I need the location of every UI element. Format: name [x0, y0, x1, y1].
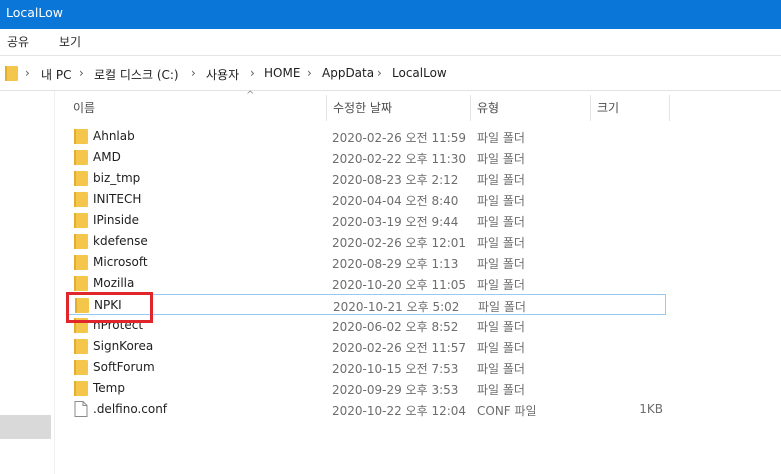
column-date[interactable]: 수정한 날짜: [333, 99, 392, 116]
breadcrumb-item-this-pc[interactable]: 내 PC: [41, 66, 71, 83]
breadcrumb-item-home[interactable]: HOME: [264, 66, 300, 80]
breadcrumb-separator: ›: [191, 66, 196, 80]
file-row[interactable]: Ahnlab 2020-02-26 오전 11:59 파일 폴더: [66, 126, 666, 147]
folder-icon: [74, 360, 88, 375]
column-size[interactable]: 크기: [597, 99, 619, 116]
file-type: 파일 폴더: [477, 257, 525, 271]
breadcrumb-separator: ›: [307, 66, 312, 80]
file-type: 파일 폴더: [477, 131, 525, 145]
folder-icon: [74, 234, 88, 249]
file-name: Ahnlab: [93, 129, 135, 143]
file-row-selected[interactable]: NPKI 2020-10-21 오후 5:02 파일 폴더: [66, 294, 666, 315]
file-row[interactable]: SignKorea 2020-02-26 오전 11:57 파일 폴더: [66, 336, 666, 357]
file-type: 파일 폴더: [477, 215, 525, 229]
file-type: 파일 폴더: [477, 320, 525, 334]
file-name: biz_tmp: [93, 171, 141, 185]
folder-icon: [74, 381, 88, 396]
folder-icon: [74, 192, 88, 207]
file-name: SoftForum: [93, 360, 155, 374]
file-date: 2020-09-29 오후 3:53: [332, 383, 459, 397]
file-row[interactable]: IPinside 2020-03-19 오전 9:44 파일 폴더: [66, 210, 666, 231]
menu-view[interactable]: 보기: [59, 33, 81, 50]
breadcrumb-separator: ›: [250, 66, 255, 80]
file-date: 2020-08-29 오후 1:13: [332, 257, 459, 271]
breadcrumb-item-local-disk[interactable]: 로컬 디스크 (C:): [94, 66, 179, 83]
file-type: 파일 폴더: [477, 173, 525, 187]
menu-bar: 공유 보기: [0, 29, 781, 56]
column-name[interactable]: 이름: [73, 99, 95, 116]
column-type[interactable]: 유형: [477, 99, 499, 116]
file-date: 2020-03-19 오전 9:44: [332, 215, 459, 229]
sort-up-icon: ^: [246, 90, 255, 101]
folder-icon: [74, 150, 88, 165]
file-icon: [74, 401, 88, 417]
folder-icon: [5, 66, 18, 81]
file-date: 2020-02-22 오후 11:30: [332, 152, 467, 166]
file-name: AMD: [93, 150, 121, 164]
file-date: 2020-08-23 오후 2:12: [332, 173, 459, 187]
file-row[interactable]: Microsoft 2020-08-29 오후 1:13 파일 폴더: [66, 252, 666, 273]
title-bar: LocalLow: [0, 0, 781, 29]
file-row[interactable]: .delfino.conf 2020-10-22 오후 12:04 CONF 파…: [66, 399, 666, 420]
breadcrumb-separator: ›: [377, 66, 382, 80]
file-row[interactable]: nProtect 2020-06-02 오후 8:52 파일 폴더: [66, 315, 666, 336]
folder-icon: [74, 339, 88, 354]
address-bar[interactable]: › 내 PC › 로컬 디스크 (C:) › 사용자 › HOME › AppD…: [0, 56, 781, 91]
folder-icon: [74, 213, 88, 228]
file-name: Mozilla: [93, 276, 135, 290]
file-row[interactable]: INITECH 2020-04-04 오전 8:40 파일 폴더: [66, 189, 666, 210]
file-size: 1KB: [639, 402, 663, 416]
file-row[interactable]: Mozilla 2020-10-20 오후 11:05 파일 폴더: [66, 273, 666, 294]
column-divider[interactable]: [590, 95, 591, 121]
file-date: 2020-10-22 오후 12:04: [332, 404, 467, 418]
file-type: 파일 폴더: [477, 383, 525, 397]
file-name: IPinside: [93, 213, 140, 227]
file-date: 2020-02-26 오후 12:01: [332, 236, 467, 250]
file-name: INITECH: [93, 192, 142, 206]
window-title: LocalLow: [6, 5, 64, 20]
file-name: Microsoft: [93, 255, 148, 269]
folder-icon: [74, 276, 88, 291]
file-type: 파일 폴더: [477, 236, 525, 250]
file-type: 파일 폴더: [477, 341, 525, 355]
file-name: SignKorea: [93, 339, 154, 353]
file-date: 2020-06-02 오후 8:52: [332, 320, 459, 334]
folder-icon: [74, 255, 88, 270]
navigation-pane[interactable]: [0, 91, 55, 474]
file-name: kdefense: [93, 234, 148, 248]
column-divider[interactable]: [470, 95, 471, 121]
folder-icon: [74, 171, 88, 186]
breadcrumb-item-appdata[interactable]: AppData: [322, 66, 374, 80]
breadcrumb-item-locallow[interactable]: LocalLow: [392, 66, 447, 80]
file-row[interactable]: Temp 2020-09-29 오후 3:53 파일 폴더: [66, 378, 666, 399]
breadcrumb-separator: ›: [79, 66, 84, 80]
file-date: 2020-02-26 오전 11:59: [332, 131, 467, 145]
file-date: 2020-10-21 오후 5:02: [333, 300, 460, 314]
file-type: 파일 폴더: [477, 194, 525, 208]
file-row[interactable]: kdefense 2020-02-26 오후 12:01 파일 폴더: [66, 231, 666, 252]
file-date: 2020-02-26 오전 11:57: [332, 341, 467, 355]
folder-icon: [74, 129, 88, 144]
file-date: 2020-10-15 오전 7:53: [332, 362, 459, 376]
breadcrumb-separator: ›: [25, 66, 30, 80]
menu-share[interactable]: 공유: [7, 33, 29, 50]
breadcrumb-item-users[interactable]: 사용자: [206, 66, 239, 83]
file-row[interactable]: AMD 2020-02-22 오후 11:30 파일 폴더: [66, 147, 666, 168]
column-divider[interactable]: [326, 95, 327, 121]
file-date: 2020-04-04 오전 8:40: [332, 194, 459, 208]
column-divider[interactable]: [669, 95, 670, 121]
file-name: .delfino.conf: [93, 402, 168, 416]
column-header: ^ 이름 수정한 날짜 유형 크기: [55, 90, 781, 123]
file-type: CONF 파일: [477, 404, 537, 418]
file-row[interactable]: SoftForum 2020-10-15 오전 7:53 파일 폴더: [66, 357, 666, 378]
file-type: 파일 폴더: [477, 278, 525, 292]
file-date: 2020-10-20 오후 11:05: [332, 278, 467, 292]
nav-selected-item[interactable]: [0, 415, 51, 439]
file-row[interactable]: biz_tmp 2020-08-23 오후 2:12 파일 폴더: [66, 168, 666, 189]
file-name: Temp: [93, 381, 125, 395]
annotation-highlight-box: [66, 292, 153, 323]
file-type: 파일 폴더: [477, 152, 525, 166]
file-type: 파일 폴더: [477, 362, 525, 376]
file-type: 파일 폴더: [478, 300, 526, 314]
